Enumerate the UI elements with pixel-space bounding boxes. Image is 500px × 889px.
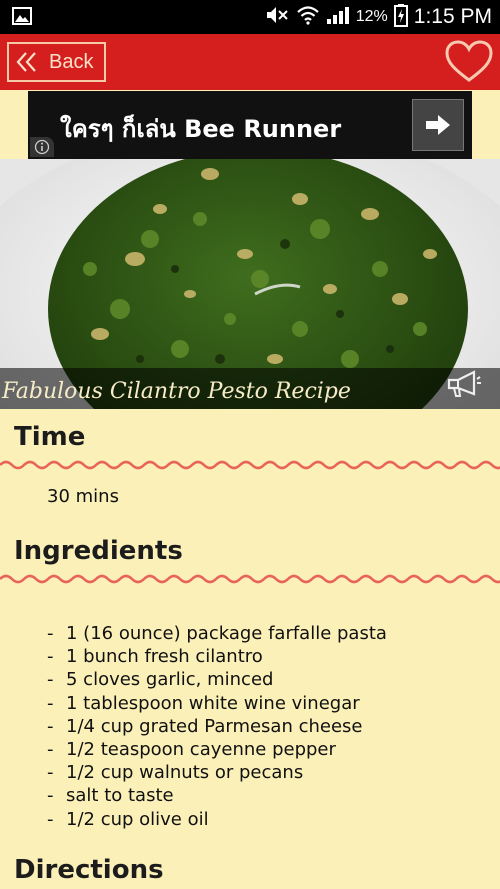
ingredients-heading: Ingredients bbox=[14, 536, 183, 566]
directions-heading: Directions bbox=[14, 855, 164, 885]
clock: 1:15 PM bbox=[413, 5, 492, 28]
megaphone-icon[interactable] bbox=[446, 370, 482, 403]
image-caption-bar: Fabulous Cilantro Pesto Recipe bbox=[0, 368, 500, 409]
list-item: -1/2 teaspoon cayenne pepper bbox=[47, 739, 336, 761]
ingredient-text: 1/2 cup olive oil bbox=[66, 808, 209, 830]
wave-divider bbox=[0, 574, 500, 584]
wifi-icon bbox=[296, 5, 320, 30]
heart-icon[interactable] bbox=[444, 40, 494, 84]
info-icon[interactable] bbox=[30, 137, 54, 157]
status-bar: 12% 1:15 PM bbox=[0, 0, 500, 34]
signal-icon bbox=[326, 5, 350, 30]
ingredient-text: 5 cloves garlic, minced bbox=[66, 669, 274, 691]
ingredient-text: 1 (16 ounce) package farfalle pasta bbox=[66, 623, 387, 644]
ingredient-text: 1/2 cup walnuts or pecans bbox=[66, 762, 304, 784]
battery-icon bbox=[393, 3, 408, 32]
ingredient-text: salt to taste bbox=[66, 785, 174, 807]
recipe-title: Fabulous Cilantro Pesto Recipe bbox=[2, 379, 351, 404]
ingredient-text: 1/4 cup grated Parmesan cheese bbox=[66, 715, 363, 737]
ingredient-text: 1 tablespoon white wine vinegar bbox=[66, 692, 360, 714]
list-item: -1 tablespoon white wine vinegar bbox=[47, 692, 360, 714]
list-item: -1 (16 ounce) package farfalle pasta bbox=[47, 623, 387, 644]
ad-text: ใครๆ ก็เล่น Bee Runner bbox=[60, 115, 342, 143]
battery-percent: 12% bbox=[355, 8, 388, 25]
ingredient-list: -1 (16 ounce) package farfalle pasta -1 … bbox=[47, 622, 387, 831]
time-heading: Time bbox=[14, 422, 86, 452]
list-item: -1/2 cup walnuts or pecans bbox=[47, 762, 304, 784]
list-item: -1/2 cup olive oil bbox=[47, 808, 209, 830]
back-label: Back bbox=[49, 50, 94, 73]
wave-divider bbox=[0, 460, 500, 470]
time-value: 30 mins bbox=[47, 486, 119, 507]
gallery-icon bbox=[12, 7, 32, 30]
list-item: - salt to taste bbox=[47, 785, 174, 807]
action-bar: Back bbox=[0, 34, 500, 90]
list-item: -5 cloves garlic, minced bbox=[47, 669, 274, 691]
ingredient-text: 1/2 teaspoon cayenne pepper bbox=[66, 739, 336, 761]
list-item: -1/4 cup grated Parmesan cheese bbox=[47, 715, 363, 737]
double-chevron-left-icon bbox=[15, 50, 39, 74]
back-button[interactable]: Back bbox=[7, 42, 106, 82]
list-item: -1 bunch fresh cilantro bbox=[47, 646, 263, 668]
recipe-image: Fabulous Cilantro Pesto Recipe bbox=[0, 159, 500, 409]
ingredient-text: 1 bunch fresh cilantro bbox=[66, 646, 263, 668]
mute-icon bbox=[264, 5, 290, 30]
ad-banner[interactable]: ใครๆ ก็เล่น Bee Runner bbox=[28, 91, 472, 159]
arrow-right-icon[interactable] bbox=[412, 99, 464, 151]
